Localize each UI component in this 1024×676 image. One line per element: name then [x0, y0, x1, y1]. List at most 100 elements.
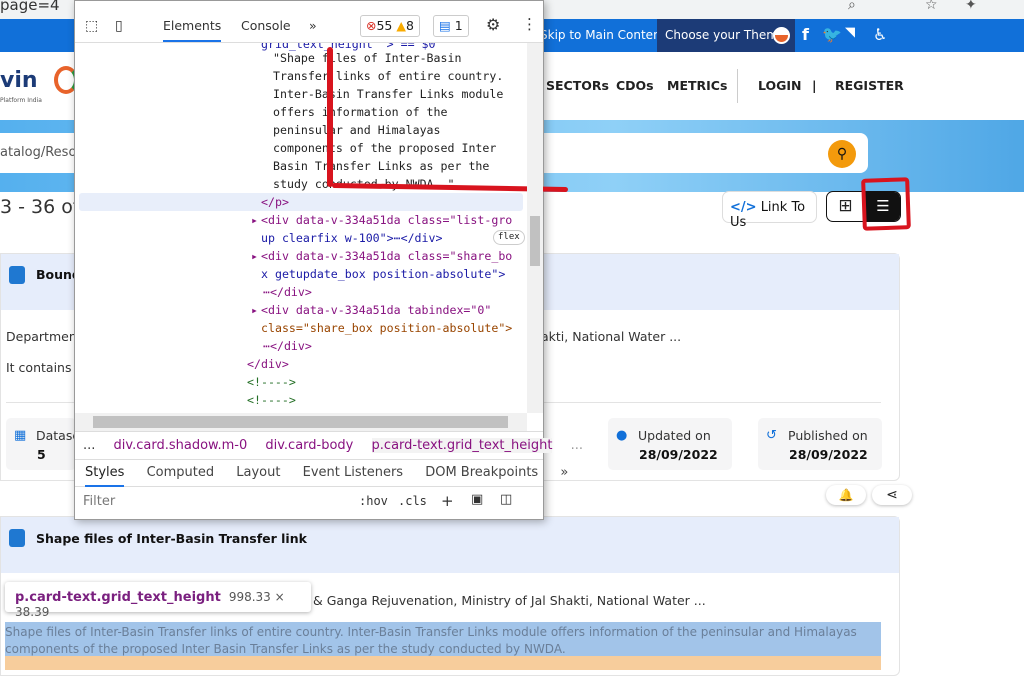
code-line[interactable]: <div data-v-334a51da tabindex="0": [261, 301, 491, 319]
inspect-element-icon[interactable]: ⬚: [85, 18, 98, 34]
add-style-rule-icon[interactable]: +: [441, 492, 454, 510]
search-button[interactable]: ⚲: [828, 140, 856, 168]
warning-count: 8: [406, 18, 414, 33]
expand-arrow-icon[interactable]: ▸: [251, 247, 258, 265]
meta-datasets: ▦ Datase 5: [6, 418, 80, 470]
meta-label: Published on: [788, 428, 868, 443]
tab-event-listeners[interactable]: Event Listeners: [303, 465, 403, 480]
paint-icon[interactable]: ▣: [471, 492, 483, 507]
inspect-tooltip: p.card-text.grid_text_height 998.33 × 38.…: [5, 582, 311, 619]
clock-icon: ●: [616, 428, 628, 443]
choose-theme-button[interactable]: Choose your Theme: [657, 19, 795, 52]
settings-gear-icon[interactable]: ⚙: [486, 15, 500, 34]
site-logo[interactable]: vin: [0, 68, 38, 93]
device-toggle-icon[interactable]: ▯: [115, 18, 123, 34]
twitter-icon[interactable]: 🐦: [822, 25, 842, 44]
code-line: Transfer links of entire country.: [273, 69, 504, 83]
extensions-icon[interactable]: ✦: [965, 0, 977, 13]
card-department-tail: & Ganga Rejuvenation, Ministry of Jal Sh…: [313, 593, 706, 608]
toggle-sidebar-icon[interactable]: ◫: [500, 492, 512, 507]
facebook-icon[interactable]: f: [802, 25, 809, 44]
styles-filter-bar: Filter :hov .cls + ▣ ◫: [75, 488, 543, 516]
tab-layout[interactable]: Layout: [236, 465, 280, 480]
breadcrumb-item-active[interactable]: p.card-text.grid_text_height: [371, 438, 553, 453]
expand-arrow-icon[interactable]: ▸: [251, 301, 258, 319]
message-icon: ▤: [439, 18, 451, 33]
card-header: Shape files of Inter-Basin Transfer link: [1, 517, 899, 573]
more-tabs-button[interactable]: »: [309, 18, 317, 33]
message-count: 1: [454, 18, 463, 33]
browser-tab-title[interactable]: page=4: [0, 0, 60, 14]
logo-text: vin: [0, 68, 38, 93]
table-icon: ▦: [14, 428, 27, 443]
tab-elements[interactable]: Elements: [163, 18, 222, 42]
bookmark-star-icon[interactable]: ☆: [925, 0, 938, 13]
search-input[interactable]: atalog/Resou: [0, 145, 85, 160]
register-link[interactable]: REGISTER: [835, 78, 904, 93]
meta-value: 28/09/2022: [789, 447, 868, 462]
code-line: </div>: [247, 357, 289, 371]
code-icon: </>: [730, 200, 757, 215]
nav-sectors[interactable]: SECTORs: [546, 78, 609, 93]
code-line: up clearfix w-100">⋯</div>: [261, 231, 443, 245]
notify-bell-button[interactable]: 🔔: [826, 485, 866, 505]
code-line: peninsular and Himalayas: [273, 123, 441, 137]
skip-to-main-link[interactable]: Skip to Main Content: [540, 28, 665, 42]
code-line: <!---->: [247, 375, 296, 389]
messages-counter[interactable]: ▤ 1: [433, 15, 469, 37]
search-icon[interactable]: ⌕: [848, 0, 856, 13]
horizontal-scroll-thumb[interactable]: [93, 416, 508, 428]
code-line: ⋯</div>: [263, 285, 312, 299]
more-options-icon[interactable]: ⋮: [522, 15, 537, 33]
tab-styles[interactable]: Styles: [85, 465, 125, 487]
share-button[interactable]: ⋖: [872, 485, 912, 505]
code-line: <!---->: [247, 393, 296, 407]
meta-label: Updated on: [638, 428, 711, 443]
code-line: </p>: [261, 195, 289, 209]
tab-console[interactable]: Console: [241, 18, 291, 33]
card-department-tail: akti, National Water ...: [541, 329, 682, 344]
code-line: class="share_box position-absolute">: [261, 321, 513, 335]
grid-view-button[interactable]: ⊞: [827, 192, 864, 221]
selected-node-row[interactable]: [79, 193, 523, 211]
expand-arrow-icon[interactable]: ▸: [251, 211, 258, 229]
rss-icon[interactable]: ◥: [845, 25, 855, 40]
breadcrumb-more[interactable]: ...: [571, 438, 583, 453]
breadcrumb-item[interactable]: div.card.shadow.m-0: [114, 438, 248, 453]
meta-value: 5: [37, 447, 46, 462]
devtools-window: ⬚ ▯ Elements Console » ⊗55 ▲8 ▤ 1 ⚙ ⋮ gr…: [74, 0, 583, 520]
devtools-toolbar: ⬚ ▯ Elements Console » ⊗55 ▲8 ▤ 1 ⚙ ⋮: [75, 9, 543, 43]
flex-badge[interactable]: flex: [493, 230, 525, 245]
nav-metrics[interactable]: METRICs: [667, 78, 727, 93]
cls-toggle[interactable]: .cls: [398, 494, 427, 508]
code-line: offers information of the: [273, 105, 448, 119]
catalog-icon: [9, 266, 25, 284]
code-line: ⋯</div>: [263, 339, 312, 353]
link-to-us-button[interactable]: </> Link To Us: [722, 191, 817, 230]
code-line: Basin Transfer Links as per the: [273, 159, 490, 173]
code-line[interactable]: <div data-v-334a51da class="list-gro: [261, 211, 512, 229]
styles-filter-input[interactable]: Filter: [83, 494, 115, 509]
hov-toggle[interactable]: :hov: [359, 494, 388, 508]
warning-icon: ▲: [396, 18, 406, 33]
tab-computed[interactable]: Computed: [147, 465, 215, 480]
card-description: It contains t: [6, 360, 81, 375]
more-style-tabs-button[interactable]: »: [560, 465, 568, 480]
catalog-icon: [9, 529, 25, 547]
nav-cdos[interactable]: CDOs: [616, 78, 654, 93]
tab-dom-breakpoints[interactable]: DOM Breakpoints: [425, 465, 538, 480]
issues-counter[interactable]: ⊗55 ▲8: [360, 15, 420, 37]
code-line[interactable]: <div data-v-334a51da class="share_bo: [261, 247, 512, 265]
breadcrumb-item[interactable]: div.card-body: [265, 438, 353, 453]
breadcrumb-more[interactable]: ...: [83, 438, 95, 453]
accessibility-icon[interactable]: ♿: [873, 25, 887, 44]
card-department: Department: [6, 329, 82, 344]
vertical-scroll-thumb[interactable]: [530, 216, 540, 266]
history-icon: ↺: [766, 428, 777, 443]
dom-tree: grid_text_height" > == $0 "Shape files o…: [75, 43, 527, 413]
annotation-line: [327, 47, 333, 187]
login-link[interactable]: LOGIN: [758, 78, 802, 93]
card-title[interactable]: Shape files of Inter-Basin Transfer link: [36, 531, 307, 546]
margin-highlight: [5, 656, 881, 670]
meta-value: 28/09/2022: [639, 447, 718, 462]
